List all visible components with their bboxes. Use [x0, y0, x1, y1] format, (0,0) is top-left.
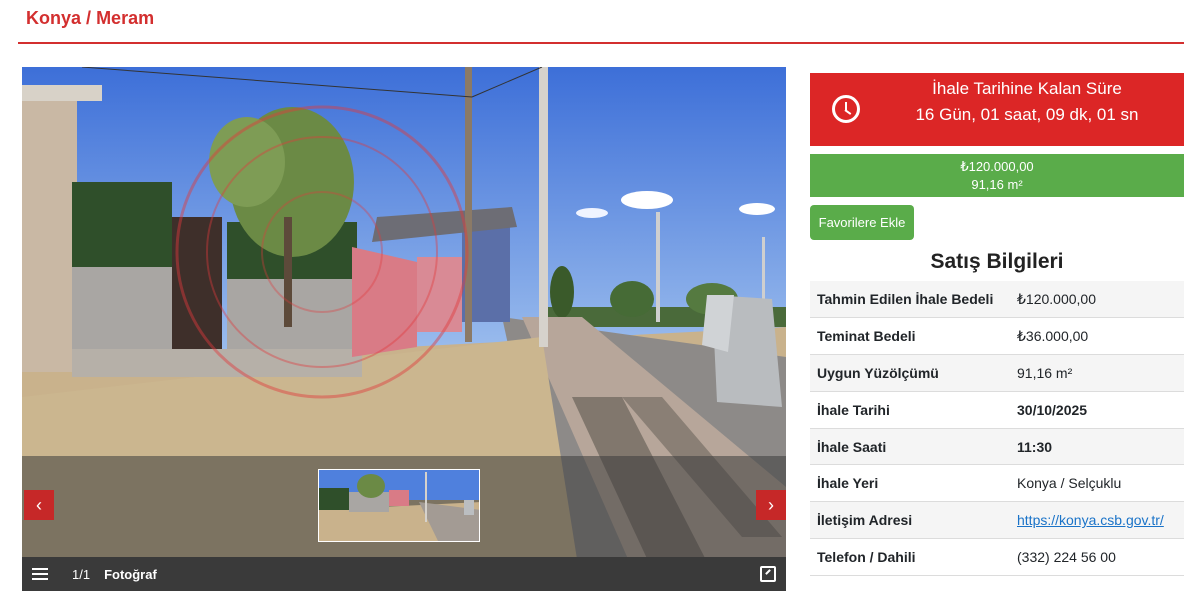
row-key: Teminat Bedeli [817, 328, 916, 345]
row-value: Konya / Selçuklu [1017, 475, 1122, 492]
thumbnail-photo[interactable] [318, 469, 480, 542]
table-row: Tahmin Edilen İhale Bedeli ₺120.000,00 [810, 281, 1184, 318]
sale-info-table: Tahmin Edilen İhale Bedeli ₺120.000,00 T… [810, 281, 1184, 576]
breadcrumb-separator: / [86, 8, 92, 28]
breadcrumb-city[interactable]: Konya [26, 8, 81, 28]
breadcrumb-district[interactable]: Meram [96, 8, 154, 28]
table-row: Uygun Yüzölçümü 91,16 m² [810, 354, 1184, 392]
price-area: 91,16 m² [971, 177, 1023, 192]
table-row: İhale Saati 11:30 [810, 428, 1184, 465]
table-row: Teminat Bedeli ₺36.000,00 [810, 318, 1184, 355]
breadcrumb: Konya / Meram [26, 8, 154, 29]
chevron-left-icon: ‹ [36, 494, 42, 515]
clock-icon [832, 95, 860, 123]
row-value: 91,16 m² [1017, 364, 1073, 381]
countdown-title: İhale Tarihine Kalan Süre [932, 79, 1122, 98]
table-row: İhale Tarihi 30/10/2025 [810, 391, 1184, 429]
table-row: Telefon / Dahili (332) 224 56 00 [810, 539, 1184, 576]
row-key: Uygun Yüzölçümü [817, 364, 939, 381]
menu-icon[interactable] [32, 565, 48, 583]
price-amount: ₺120.000,00 [960, 159, 1034, 174]
table-row: İletişim Adresi https://konya.csb.gov.tr… [810, 501, 1184, 539]
chevron-right-icon: › [768, 494, 774, 515]
table-row: İhale Yeri Konya / Selçuklu [810, 465, 1184, 502]
expand-icon[interactable] [760, 566, 776, 582]
row-value: ₺120.000,00 [1017, 290, 1096, 307]
gallery-prev-button[interactable]: ‹ [24, 490, 54, 520]
gallery-next-button[interactable]: › [756, 490, 786, 520]
thumbnail-image [319, 470, 479, 541]
row-value: 30/10/2025 [1017, 401, 1088, 418]
row-value: 11:30 [1017, 438, 1053, 455]
countdown-box: İhale Tarihine Kalan Süre 16 Gün, 01 saa… [810, 73, 1184, 146]
sale-info-title: Satış Bilgileri [930, 250, 1064, 273]
gallery-toolbar: 1/1 Fotoğraf [22, 557, 786, 591]
contact-address-link[interactable]: https://konya.csb.gov.tr/ [1017, 512, 1164, 528]
price-box: ₺120.000,00 91,16 m² [810, 154, 1184, 197]
row-key: İletişim Adresi [817, 512, 913, 529]
photo-counter: 1/1 [72, 566, 91, 582]
row-key: İhale Saati [817, 438, 887, 455]
row-key: İhale Tarihi [817, 401, 890, 418]
photo-gallery[interactable]: ‹ › 1/1 Fotoğraf [22, 67, 786, 591]
row-key: Telefon / Dahili [817, 548, 916, 565]
row-value: (332) 224 56 00 [1017, 548, 1116, 565]
thumbnail-strip [22, 456, 786, 557]
row-value: ₺36.000,00 [1017, 327, 1089, 344]
row-key: Tahmin Edilen İhale Bedeli [817, 291, 994, 308]
header-divider [18, 42, 1184, 44]
row-key: İhale Yeri [817, 475, 879, 492]
countdown-value: 16 Gün, 01 saat, 09 dk, 01 sn [915, 105, 1139, 124]
add-favorites-button[interactable]: Favorilere Ekle [810, 205, 914, 240]
photo-label: Fotoğraf [104, 566, 157, 582]
row-value-link-cell: https://konya.csb.gov.tr/ [1010, 502, 1184, 539]
